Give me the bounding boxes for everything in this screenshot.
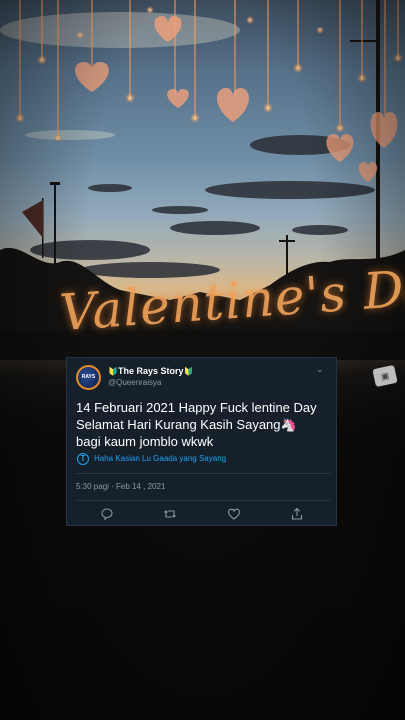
reply-icon[interactable] — [100, 507, 116, 521]
divider — [76, 500, 331, 501]
user-handle[interactable]: @Queenraisya — [108, 378, 161, 387]
heart-icon[interactable] — [227, 507, 243, 521]
share-icon[interactable] — [290, 507, 306, 521]
tweet-card[interactable]: RAYS 🔰The Rays Story🔰 @Queenraisya ⌄ 14 … — [66, 357, 337, 526]
badge-icon-right: 🔰 — [183, 367, 194, 376]
tweet-line-1: 14 Februari 2021 Happy Fuck lentine Day — [76, 400, 317, 415]
tweet-actions — [67, 507, 338, 523]
tweet-line-2: Selamat Hari Kurang Kasih Sayang🦄 — [76, 417, 297, 432]
display-name[interactable]: 🔰The Rays Story🔰 — [108, 366, 193, 376]
chevron-down-icon[interactable]: ⌄ — [316, 364, 324, 375]
translation-link[interactable]: Haha Kasian Lu Gaada yang Sayang — [94, 454, 226, 463]
tweet-timestamp: 5:30 pagi · Feb 14 , 2021 — [76, 482, 166, 491]
tweet-body: 14 Februari 2021 Happy Fuck lentine Day … — [76, 399, 334, 450]
retweet-icon[interactable] — [163, 507, 179, 521]
tweet-line-3: bagi kaum jomblo wkwk — [76, 434, 214, 449]
avatar[interactable]: RAYS — [76, 365, 101, 390]
info-circle-icon[interactable]: T — [77, 453, 89, 465]
divider — [76, 473, 331, 474]
badge-icon-left: 🔰 — [108, 367, 118, 376]
display-name-text: The Rays Story — [117, 366, 184, 376]
